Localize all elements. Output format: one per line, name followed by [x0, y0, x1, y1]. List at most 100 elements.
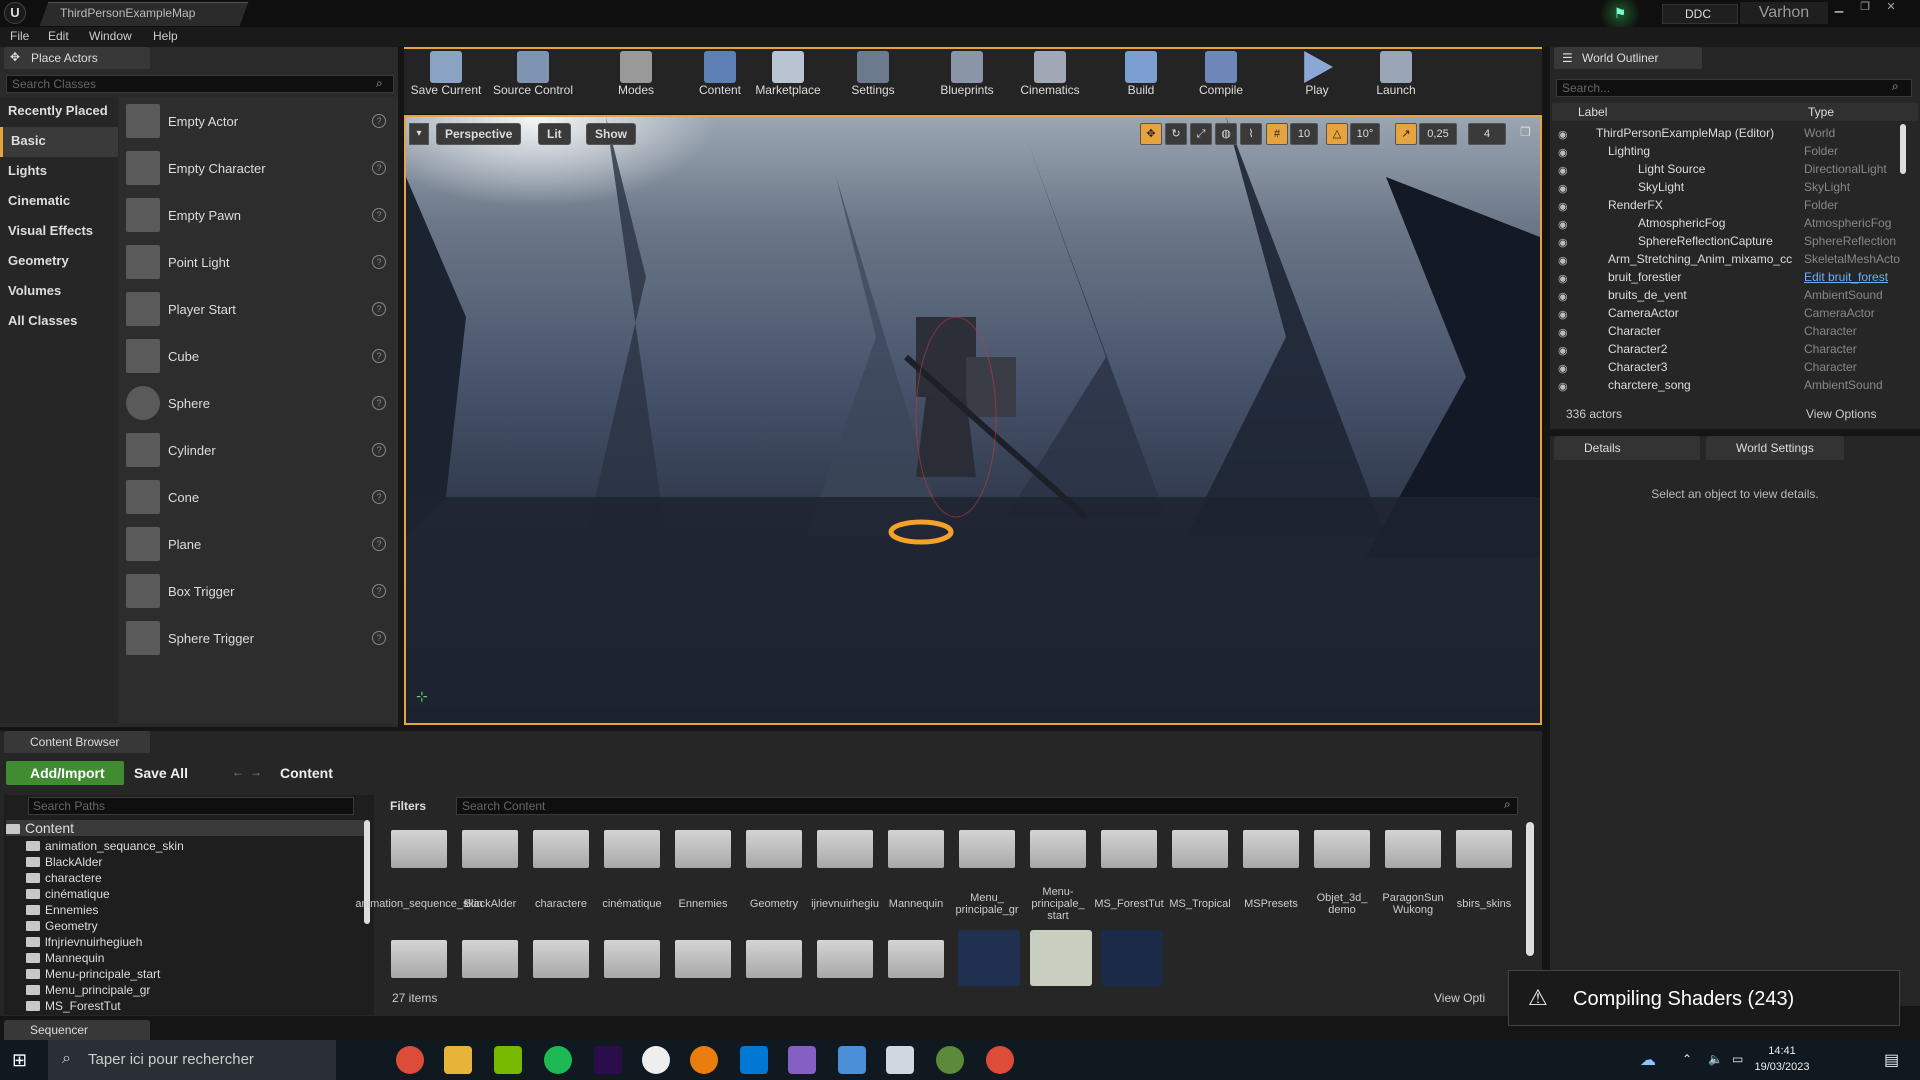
blueprints-button[interactable]: Blueprints	[932, 51, 1002, 107]
maximize-icon[interactable]: ❐	[1854, 0, 1876, 14]
actor-item[interactable]: Cylinder?	[120, 428, 396, 474]
outliner-row[interactable]: ◉ AtmosphericFog AtmosphericFog	[1552, 214, 1906, 232]
category-volumes[interactable]: Volumes	[0, 277, 118, 307]
perspective-button[interactable]: Perspective	[436, 123, 522, 145]
help-icon[interactable]: ?	[372, 537, 386, 551]
add-import-button[interactable]: Add/Import	[6, 761, 124, 785]
nvidia-icon[interactable]	[494, 1046, 522, 1074]
actor-item[interactable]: Player Start?	[120, 287, 396, 333]
grid-snap-value[interactable]: 10	[1290, 123, 1318, 145]
folder-asset[interactable]: Geometry	[743, 820, 805, 930]
help-icon[interactable]: ?	[372, 208, 386, 222]
cinematics-button[interactable]: Cinematics	[1014, 51, 1086, 107]
level-viewport[interactable]	[404, 115, 1542, 725]
search-content-input[interactable]: Search Content	[456, 797, 1518, 815]
asset-thumbnail[interactable]	[1101, 930, 1163, 986]
help-icon[interactable]: ?	[372, 161, 386, 175]
search-paths-input[interactable]: Search Paths	[28, 797, 354, 815]
folder-asset[interactable]: animation_sequence_skin	[355, 820, 483, 930]
taskbar-search[interactable]: Taper ici pour rechercher	[48, 1040, 336, 1080]
back-arrow-icon[interactable]: ←	[232, 765, 244, 779]
scale-tool-icon[interactable]: ⤢	[1190, 123, 1212, 145]
save-all-button[interactable]: Save All	[134, 761, 188, 785]
content-button[interactable]: Content	[690, 51, 750, 107]
eye-icon[interactable]: ◉	[1558, 252, 1572, 267]
scale-snap-value[interactable]: 0,25	[1419, 123, 1457, 145]
tree-item-content[interactable]: Content	[6, 820, 364, 836]
notification-flag-icon[interactable]: ⚑	[1594, 0, 1646, 27]
folder-asset[interactable]: ijrievnuirhegiu	[811, 820, 879, 930]
eye-icon[interactable]: ◉	[1558, 216, 1572, 231]
visual-studio-icon[interactable]	[788, 1046, 816, 1074]
actor-item[interactable]: Plane?	[120, 522, 396, 568]
asset-thumbnail[interactable]	[958, 930, 1020, 986]
folder-icon[interactable]	[675, 940, 731, 978]
network-icon[interactable]: ▭	[1732, 1052, 1743, 1066]
content-scrollbar[interactable]	[1526, 822, 1534, 956]
folder-asset[interactable]: charactere	[530, 820, 592, 930]
tree-item[interactable]: MS_ForestTut	[6, 998, 364, 1014]
type-column-header[interactable]: Type	[1808, 105, 1834, 119]
eye-icon[interactable]: ◉	[1558, 378, 1572, 393]
folder-asset[interactable]: Menu- principale_ start	[1027, 820, 1089, 930]
folder-asset[interactable]: Ennemies	[672, 820, 734, 930]
eye-icon[interactable]: ◉	[1558, 198, 1572, 213]
folder-icon[interactable]	[888, 940, 944, 978]
rotation-snap-icon[interactable]: △	[1326, 123, 1348, 145]
folder-asset[interactable]: Mannequin	[885, 820, 947, 930]
outliner-row[interactable]: ◉ charctere_song AmbientSound	[1552, 376, 1906, 394]
search-icon[interactable]: ⌕	[1892, 79, 1899, 94]
help-icon[interactable]: ?	[372, 114, 386, 128]
folder-asset[interactable]: BlackAlder	[459, 820, 521, 930]
menu-help[interactable]: Help	[153, 29, 178, 43]
grid-snap-icon[interactable]: #	[1266, 123, 1288, 145]
tree-item[interactable]: BlackAlder	[6, 854, 364, 870]
eye-icon[interactable]: ◉	[1558, 144, 1572, 159]
eye-icon[interactable]: ◉	[1558, 126, 1572, 141]
show-button[interactable]: Show	[586, 123, 636, 145]
camera-speed-button[interactable]: 4	[1468, 123, 1506, 145]
tree-item[interactable]: animation_sequance_skin	[6, 838, 364, 854]
viewport-options-icon[interactable]: ▾	[409, 123, 429, 145]
folder-asset[interactable]: ParagonSun Wukong	[1382, 820, 1444, 930]
tray-chevron-icon[interactable]: ⌃	[1682, 1052, 1692, 1066]
outliner-row[interactable]: ◉ CameraActor CameraActor	[1552, 304, 1906, 322]
tree-item[interactable]: Mannequin	[6, 950, 364, 966]
folder-asset[interactable]: sbirs_skins	[1453, 820, 1515, 930]
outliner-row[interactable]: ◉ Arm_Stretching_Anim_mixamo_cc SkeletalMe…	[1552, 250, 1906, 268]
outliner-row[interactable]: ◉ ThirdPersonExampleMap (Editor) World	[1552, 124, 1906, 142]
category-cinematic[interactable]: Cinematic	[0, 187, 118, 217]
settings-button[interactable]: Settings	[840, 51, 906, 107]
eye-icon[interactable]: ◉	[1558, 234, 1572, 249]
lit-button[interactable]: Lit	[538, 123, 571, 145]
outliner-scrollbar[interactable]	[1900, 124, 1906, 174]
unreal-logo-icon[interactable]: U	[4, 2, 26, 24]
help-icon[interactable]: ?	[372, 396, 386, 410]
help-icon[interactable]: ?	[372, 584, 386, 598]
outliner-row[interactable]: ◉ bruit_forestier Edit bruit_forest	[1552, 268, 1906, 286]
folder-icon[interactable]	[604, 940, 660, 978]
edit-blueprint-link[interactable]: Edit bruit_forest	[1804, 268, 1888, 286]
content-view-options[interactable]: View Opti	[1434, 991, 1485, 1005]
outliner-row[interactable]: ◉ SkyLight SkyLight	[1552, 178, 1906, 196]
build-button[interactable]: Build	[1112, 51, 1170, 107]
minimize-icon[interactable]: ▁	[1828, 0, 1850, 14]
actor-item[interactable]: Sphere Trigger?	[120, 616, 396, 662]
help-icon[interactable]: ?	[372, 349, 386, 363]
actor-item[interactable]: Empty Character?	[120, 146, 396, 192]
source-control-button[interactable]: Source Control	[490, 51, 576, 107]
outliner-row[interactable]: ◉ SphereReflectionCapture SphereReflection	[1552, 232, 1906, 250]
outliner-search-input[interactable]: Search...	[1556, 79, 1912, 97]
eye-icon[interactable]: ◉	[1558, 342, 1572, 357]
folder-asset[interactable]: MS_ForestTut	[1094, 820, 1164, 930]
compile-button[interactable]: Compile	[1190, 51, 1252, 107]
outliner-row[interactable]: ◉ RenderFX Folder	[1552, 196, 1906, 214]
outliner-row[interactable]: ◉ Lighting Folder	[1552, 142, 1906, 160]
filters-button[interactable]: Filters	[390, 797, 426, 815]
search-icon[interactable]: ⌕	[1504, 797, 1511, 812]
clock[interactable]: 14:41 19/03/2023	[1746, 1043, 1818, 1075]
surface-snap-icon[interactable]: ⌇	[1240, 123, 1262, 145]
search-icon[interactable]: ⌕	[376, 76, 383, 91]
folder-icon[interactable]	[533, 940, 589, 978]
category-geometry[interactable]: Geometry	[0, 247, 118, 277]
